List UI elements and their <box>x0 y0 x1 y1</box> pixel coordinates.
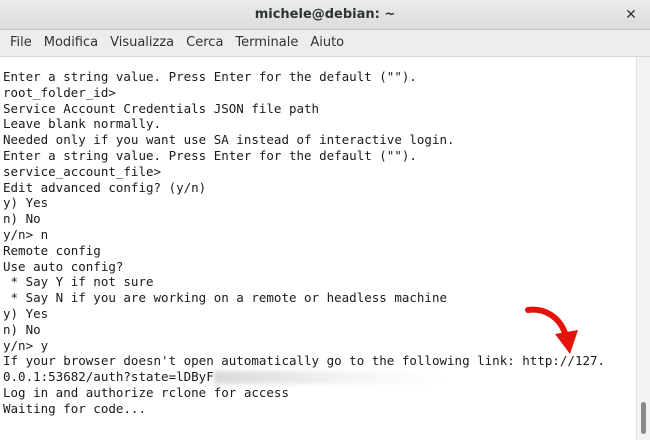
menu-bar: File Modifica Visualizza Cerca Terminale… <box>0 30 650 57</box>
menu-file[interactable]: File <box>4 30 38 56</box>
terminal-line: n) No <box>3 211 41 227</box>
terminal-window: michele@debian: ~ ✕ File Modifica Visual… <box>0 0 650 440</box>
terminal-line: Enter a string value. Press Enter for th… <box>3 147 417 163</box>
menu-terminale[interactable]: Terminale <box>229 30 304 56</box>
menu-cerca[interactable]: Cerca <box>180 30 229 56</box>
close-icon[interactable]: ✕ <box>620 4 642 26</box>
terminal-line-auth-url[interactable]: 0.0.1:53682/auth?state=lDByF <box>3 369 636 385</box>
auth-url-text: 0.0.1:53682/auth?state=lDByF <box>3 369 214 385</box>
redacted-blur <box>213 371 444 385</box>
terminal-line: Enter a string value. Press Enter for th… <box>3 69 417 84</box>
window-title: michele@debian: ~ <box>254 7 396 22</box>
red-arrow-icon <box>525 306 578 354</box>
terminal-line: Log in and authorize rclone for access <box>3 384 289 400</box>
terminal-line: Use auto config? <box>3 258 124 274</box>
terminal-line: root_folder_id> <box>3 84 116 100</box>
terminal-line: Service Account Credentials JSON file pa… <box>3 100 320 116</box>
terminal-line: Leave blank normally. <box>3 116 162 132</box>
terminal-line: Needed only if you want use SA instead o… <box>3 132 455 148</box>
scrollbar[interactable] <box>636 57 650 440</box>
title-bar[interactable]: michele@debian: ~ ✕ <box>0 0 650 30</box>
terminal-line: service_account_file> <box>3 163 162 179</box>
scrollbar-thumb[interactable] <box>641 402 646 434</box>
terminal-line: Remote config <box>3 242 101 258</box>
terminal-line: * Say Y if not sure <box>3 274 154 290</box>
terminal-line: y) Yes <box>3 195 49 211</box>
menu-visualizza[interactable]: Visualizza <box>104 30 180 56</box>
menu-aiuto[interactable]: Aiuto <box>304 30 350 56</box>
terminal-line: Edit advanced config? (y/n) <box>3 179 207 195</box>
terminal-output[interactable]: Enter a string value. Press Enter for th… <box>0 57 636 440</box>
terminal-line: y/n> n <box>3 226 49 242</box>
terminal-line: Waiting for code... <box>3 400 146 416</box>
menu-modifica[interactable]: Modifica <box>38 30 104 56</box>
